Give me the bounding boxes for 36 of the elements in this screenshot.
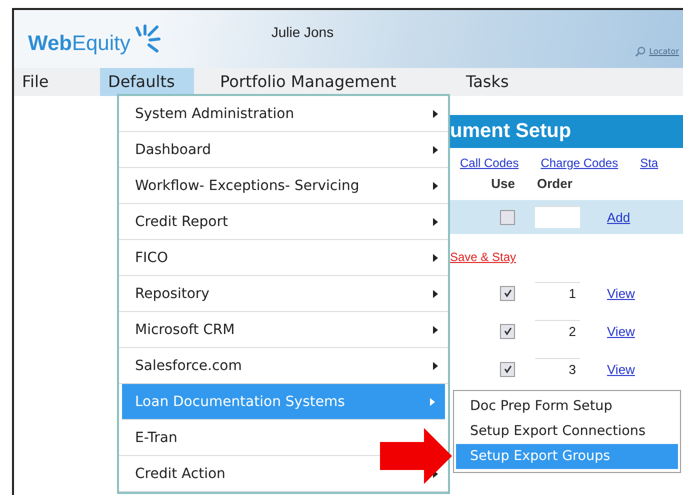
menu-item[interactable]: File — [14, 68, 100, 96]
menu-item[interactable]: Dashboard — [119, 132, 448, 168]
tab-link[interactable]: Charge Codes — [540, 156, 618, 170]
user-name: Julie Jons — [271, 24, 334, 40]
tab-link[interactable]: Sta — [640, 156, 658, 170]
arrow-icon — [380, 428, 452, 484]
add-link[interactable]: Add — [607, 210, 630, 224]
column-header: Order — [536, 176, 574, 190]
view-link[interactable]: View — [607, 286, 635, 300]
view-link[interactable]: View — [607, 362, 635, 376]
save-link[interactable]: Save & Stay — [450, 250, 516, 264]
check-icon — [502, 288, 512, 298]
section-title: ument Setup — [450, 115, 683, 148]
menu-item[interactable]: Portfolio Management — [212, 68, 448, 96]
order-field[interactable] — [535, 206, 580, 228]
menu-item[interactable]: Setup Export Connections — [456, 419, 678, 444]
check-icon — [502, 364, 512, 374]
menu-item[interactable]: Repository — [119, 276, 448, 312]
menu-item[interactable]: Credit Report — [119, 204, 448, 240]
checkbox[interactable] — [500, 210, 515, 224]
menu-item[interactable]: System Administration — [119, 96, 448, 132]
checkbox[interactable] — [500, 286, 515, 300]
menu-item[interactable]: Microsoft CRM — [119, 312, 448, 348]
menu-item[interactable]: Defaults — [100, 68, 194, 96]
menu-item[interactable]: Tasks — [458, 68, 517, 96]
column-header: Use — [490, 176, 516, 190]
search-icon — [635, 46, 646, 57]
logo-text: WebEquity — [28, 32, 130, 56]
menu-item[interactable]: FICO — [119, 240, 448, 276]
checkbox[interactable] — [500, 324, 515, 338]
tab-link[interactable]: Call Codes — [460, 156, 519, 170]
check-icon — [502, 326, 512, 336]
checkbox[interactable] — [500, 362, 515, 376]
view-link[interactable]: View — [607, 324, 635, 338]
menu-item[interactable]: Workflow- Exceptions- Servicing — [119, 168, 448, 204]
menu-item[interactable]: Doc Prep Form Setup — [456, 394, 678, 419]
